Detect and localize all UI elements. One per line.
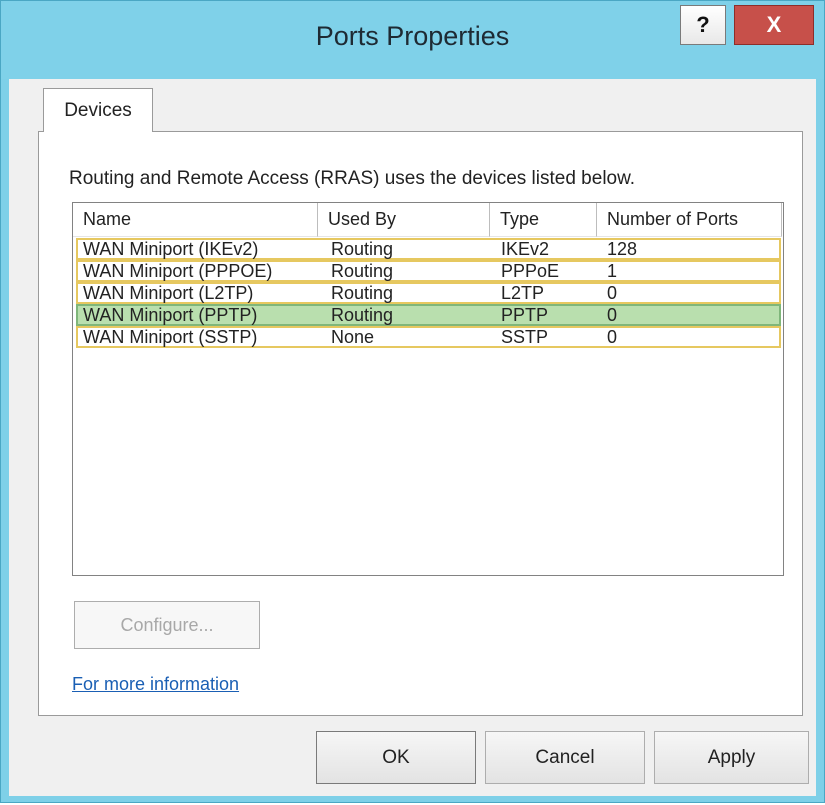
cell-used-by: Routing (331, 305, 394, 325)
column-header-name[interactable]: Name (73, 203, 318, 237)
devices-list[interactable]: Name Used By Type Number of Ports WAN Mi… (72, 202, 784, 576)
cancel-button[interactable]: Cancel (485, 731, 645, 784)
description-text: Routing and Remote Access (RRAS) uses th… (69, 168, 636, 189)
ok-button[interactable]: OK (316, 731, 476, 784)
cell-used-by: Routing (331, 261, 394, 281)
cell-name: WAN Miniport (IKEv2) (83, 239, 259, 259)
cell-type: PPPoE (501, 261, 560, 281)
dialog-window: Ports Properties ? X Devices Routing and… (0, 0, 825, 803)
help-button[interactable]: ? (680, 5, 726, 45)
cell-ports: 0 (607, 305, 618, 325)
cell-name: WAN Miniport (PPTP) (83, 305, 258, 325)
cell-type: IKEv2 (501, 239, 550, 259)
cell-used-by: Routing (331, 283, 394, 303)
list-row[interactable]: WAN Miniport (IKEv2) Routing IKEv2 128 (76, 238, 781, 260)
column-header-used-by[interactable]: Used By (318, 203, 490, 237)
dialog-client-area: Devices Routing and Remote Access (RRAS)… (9, 79, 816, 796)
close-button[interactable]: X (734, 5, 814, 45)
tab-devices[interactable]: Devices (43, 88, 153, 132)
cell-ports: 0 (607, 283, 618, 303)
apply-button[interactable]: Apply (654, 731, 809, 784)
more-information-link[interactable]: For more information (72, 674, 239, 695)
list-header: Name Used By Type Number of Ports (73, 203, 783, 237)
column-header-type[interactable]: Type (490, 203, 597, 237)
cell-name: WAN Miniport (SSTP) (83, 327, 258, 347)
cell-name: WAN Miniport (PPPOE) (83, 261, 273, 281)
cell-ports: 0 (607, 327, 618, 347)
cell-used-by: Routing (331, 239, 394, 259)
cell-type: PPTP (501, 305, 549, 325)
cell-name: WAN Miniport (L2TP) (83, 283, 254, 303)
list-row[interactable]: WAN Miniport (L2TP) Routing L2TP 0 (76, 282, 781, 304)
cell-ports: 1 (607, 261, 618, 281)
tab-panel-devices: Routing and Remote Access (RRAS) uses th… (38, 131, 803, 716)
title-bar[interactable]: Ports Properties ? X (1, 1, 824, 79)
configure-button[interactable]: Configure... (74, 601, 260, 649)
list-row[interactable]: WAN Miniport (SSTP) None SSTP 0 (76, 326, 781, 348)
list-row-selected[interactable]: WAN Miniport (PPTP) Routing PPTP 0 (76, 304, 781, 326)
list-row[interactable]: WAN Miniport (PPPOE) Routing PPPoE 1 (76, 260, 781, 282)
cell-type: SSTP (501, 327, 549, 347)
cell-used-by: None (331, 327, 375, 347)
cell-ports: 128 (607, 239, 638, 259)
cell-type: L2TP (501, 283, 545, 303)
column-header-number-of-ports[interactable]: Number of Ports (597, 203, 782, 237)
